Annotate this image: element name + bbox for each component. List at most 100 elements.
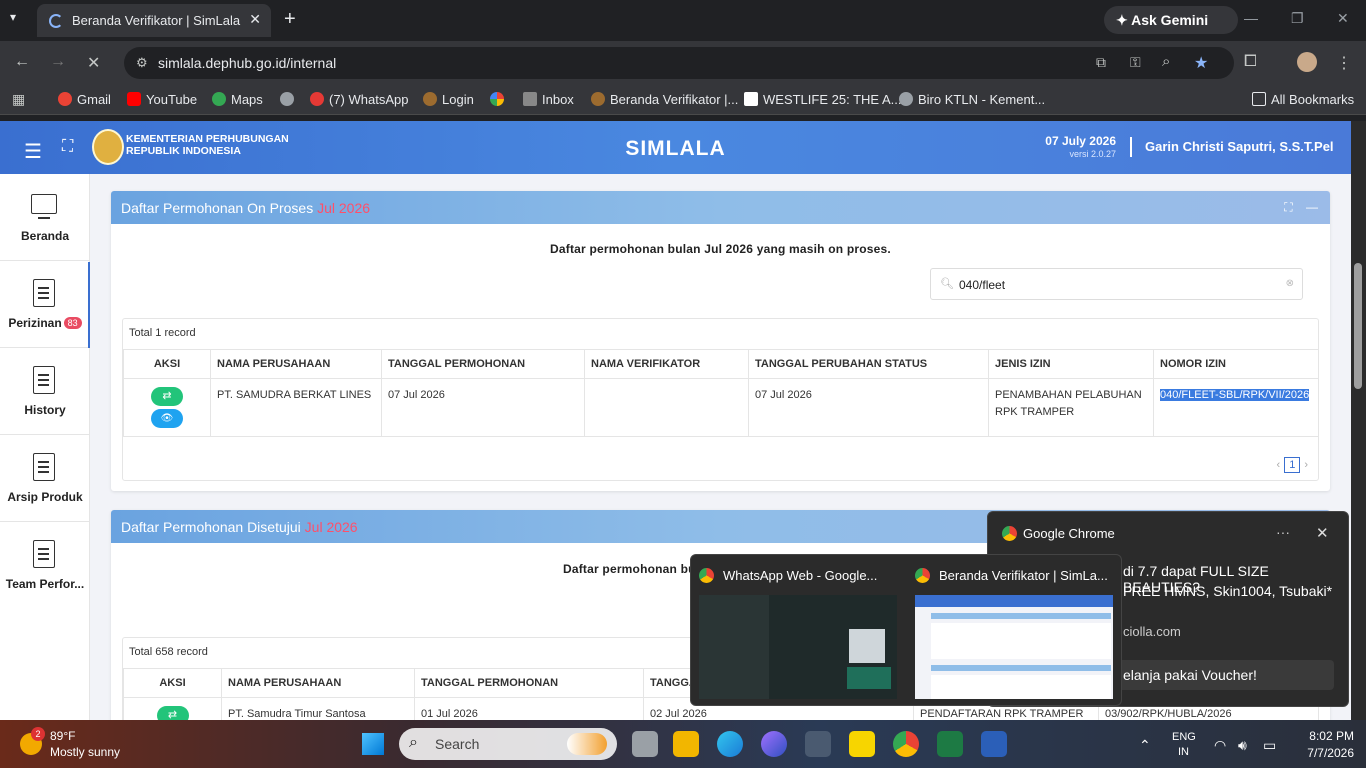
zoom-icon[interactable]: ⌕ (1162, 53, 1170, 70)
clear-search-icon[interactable]: ⊗ (1286, 278, 1294, 289)
collapse-icon[interactable]: — (1306, 200, 1318, 214)
bookmark-westlife[interactable]: WESTLIFE 25: THE A... (744, 92, 901, 107)
edge-icon[interactable] (717, 731, 743, 757)
forward-icon[interactable]: → (50, 53, 66, 71)
thumbnail-whatsapp[interactable]: WhatsApp Web - Google... (691, 555, 905, 707)
col-tanggal-perubahan-status[interactable]: TANGGAL PERUBAHAN STATUS (748, 349, 989, 379)
minimize-icon[interactable]: — (1244, 10, 1258, 26)
sidebar: Beranda Perizinan 83 History Arsip Produk… (0, 174, 90, 720)
view-button[interactable]: 👁︎ (151, 409, 183, 428)
bookmark-inbox[interactable]: Inbox (523, 92, 574, 107)
col-tanggal-permohonan[interactable]: TANGGAL PERMOHONAN (381, 349, 585, 379)
show-hidden-icons[interactable]: ⌃ (1139, 737, 1151, 754)
bookmark-pinwheel[interactable] (490, 92, 509, 107)
sidebar-item-beranda[interactable]: Beranda (0, 174, 90, 261)
language-region[interactable]: IN (1178, 746, 1189, 758)
bookmark-globe[interactable] (280, 92, 299, 107)
word-icon[interactable] (981, 731, 1007, 757)
close-tab-icon[interactable]: ✕ (249, 11, 261, 28)
alert-icon (310, 92, 324, 106)
permit-type-cell: PENAMBAHAN PELABUHAN RPK TRAMPER (988, 378, 1154, 437)
maximize-icon[interactable]: ❐ (1291, 10, 1304, 27)
task-view-icon[interactable] (632, 731, 658, 757)
volume-icon[interactable]: 🔊︎ (1238, 737, 1247, 754)
file-explorer-icon[interactable] (673, 731, 699, 757)
page-scrollbar[interactable] (1351, 121, 1366, 720)
wifi-icon[interactable]: ◠ (1214, 737, 1226, 754)
bookmark-maps[interactable]: Maps (212, 92, 263, 107)
col-aksi: AKSI (123, 668, 222, 698)
sticky-notes-icon[interactable] (849, 731, 875, 757)
site-info-icon[interactable]: ⚙ (136, 55, 148, 71)
table-row: ⇄ 👁︎ PT. SAMUDRA BERKAT LINES 07 Jul 202… (123, 378, 1319, 437)
user-name[interactable]: Garin Christi Saputri, S.S.T.Pel (1145, 139, 1334, 154)
col-nama-verifikator[interactable]: NAMA VERIFIKATOR (584, 349, 749, 379)
excel-icon[interactable] (937, 731, 963, 757)
sidebar-item-team-performance[interactable]: Team Perfor... (0, 522, 90, 609)
sidebar-item-label: History (24, 403, 66, 417)
taskbar-search[interactable]: ⌕ Search (399, 728, 617, 760)
search-input[interactable]: 🔍︎ 040/fleet ⊗ (930, 268, 1303, 300)
bookmark-biro-ktln[interactable]: Biro KTLN - Kement... (899, 92, 1045, 107)
current-page[interactable]: 1 (1284, 457, 1301, 473)
copilot-icon[interactable] (761, 731, 787, 757)
clock-time[interactable]: 8:02 PM (1302, 729, 1354, 743)
process-button[interactable]: ⇄ (156, 706, 189, 720)
process-button[interactable]: ⇄ (151, 387, 183, 406)
close-notification-icon[interactable]: ✕ (1316, 524, 1329, 542)
document-icon (33, 540, 55, 568)
sidebar-item-perizinan[interactable]: Perizinan 83 (0, 261, 90, 348)
on-proses-table: AKSI NAMA PERUSAHAAN TANGGAL PERMOHONAN … (123, 349, 1319, 437)
weather-description[interactable]: Mostly sunny (50, 745, 120, 759)
tab-search-chevron-icon[interactable]: ▾ (10, 10, 16, 24)
camera-icon[interactable] (805, 731, 831, 757)
col-nama-perusahaan[interactable]: NAMA PERUSAHAAN (221, 668, 415, 698)
col-jenis-izin[interactable]: JENIS IZIN (988, 349, 1154, 379)
aksi-cell: ⇄ 👁︎ (123, 378, 211, 437)
next-page-icon[interactable]: › (1304, 459, 1308, 471)
youtube-icon (127, 92, 141, 106)
thumbnail-simlala[interactable]: Beranda Verifikator | SimLa... (907, 555, 1121, 707)
scrollbar-thumb[interactable] (1354, 263, 1362, 389)
install-app-icon[interactable]: ⧉ (1096, 54, 1106, 71)
bookmark-star-icon[interactable]: ★ (1194, 53, 1208, 73)
card-tools: ⛶ — (1284, 200, 1318, 215)
sidebar-item-history[interactable]: History (0, 348, 90, 435)
close-window-icon[interactable]: ✕ (1337, 10, 1349, 27)
windows-start-icon[interactable] (362, 733, 384, 755)
extensions-icon[interactable]: ⧠ (1244, 53, 1257, 71)
col-tanggal-permohonan[interactable]: TANGGAL PERMOHONAN (414, 668, 644, 698)
prev-page-icon[interactable]: ‹ (1277, 459, 1281, 471)
notification-source: ciolla.com (1123, 624, 1181, 639)
weather-temp[interactable]: 89°F (50, 729, 75, 743)
apps-grid-icon[interactable]: ▦ (12, 91, 25, 108)
browser-tab-active[interactable]: Beranda Verifikator | SimLala ✕ (37, 4, 271, 37)
col-nama-perusahaan[interactable]: NAMA PERUSAHAAN (210, 349, 382, 379)
password-key-icon[interactable]: ⚿ (1130, 54, 1141, 71)
expand-icon[interactable]: ⛶ (1284, 200, 1292, 214)
bookmark-youtube[interactable]: YouTube (127, 92, 197, 107)
bookmark-whatsapp[interactable]: (7) WhatsApp (310, 92, 408, 107)
bookmark-beranda[interactable]: Beranda Verifikator |... (591, 92, 738, 107)
chrome-menu-icon[interactable]: ⋮ (1336, 53, 1352, 73)
bookmark-login[interactable]: Login (423, 92, 474, 107)
all-bookmarks[interactable]: All Bookmarks (1252, 92, 1354, 107)
stop-loading-icon[interactable]: ✕ (87, 53, 100, 73)
notification-action-button[interactable]: elanja pakai Voucher! (1108, 660, 1334, 690)
sidebar-item-arsip-produk[interactable]: Arsip Produk (0, 435, 90, 522)
language-indicator[interactable]: ENG (1172, 731, 1196, 743)
verifier-cell (584, 378, 749, 437)
bookmark-gmail[interactable]: Gmail (58, 92, 111, 107)
battery-icon[interactable]: ▭ (1263, 737, 1276, 754)
profile-avatar[interactable] (1297, 52, 1317, 72)
ask-gemini-button[interactable]: ✦ Ask Gemini (1104, 6, 1238, 34)
col-nomor-izin[interactable]: NOMOR IZIN (1153, 349, 1319, 379)
address-bar[interactable]: ⚙ simlala.dephub.go.id/internal ⧉ ⚿ ⌕ ★ (124, 47, 1234, 79)
clock-date[interactable]: 7/7/2026 (1296, 746, 1354, 760)
weather-badge: 2 (31, 727, 45, 741)
new-tab-icon[interactable]: + (284, 8, 296, 31)
more-options-icon[interactable]: ··· (1276, 524, 1290, 540)
back-icon[interactable]: ← (14, 53, 30, 71)
card-period: Jul 2026 (304, 519, 358, 535)
chrome-taskbar-icon[interactable] (893, 731, 919, 757)
